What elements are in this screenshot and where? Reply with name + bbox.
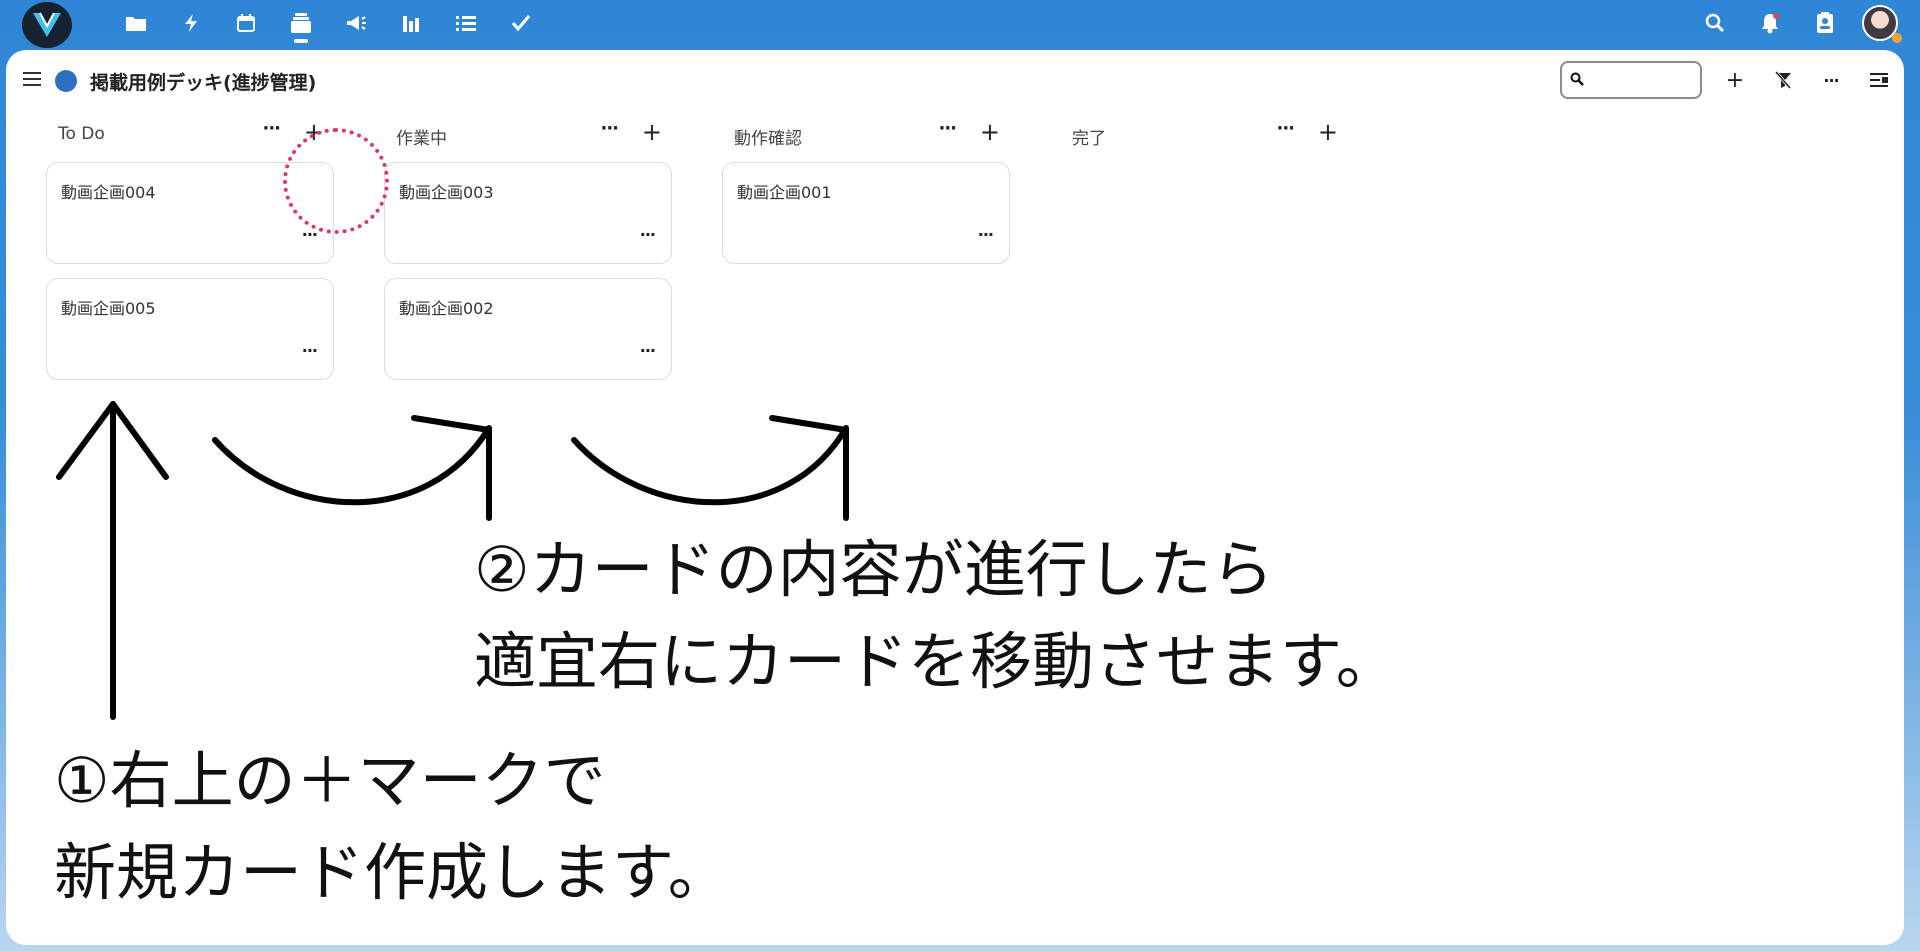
- curved-arrow-2: [571, 425, 849, 506]
- notifications-icon: [1761, 13, 1779, 34]
- activity-nav-item[interactable]: [163, 0, 218, 46]
- tasks-nav-item[interactable]: [438, 0, 493, 46]
- checkmark-icon: [511, 15, 530, 32]
- annotation-step1: ①右上の＋マークで 新規カード作成します。: [54, 735, 730, 919]
- deck-nav-item[interactable]: [273, 0, 328, 46]
- contacts-icon: [1816, 12, 1833, 33]
- annotation-step2-line2: 適宜右にカードを移動させます。: [474, 625, 1398, 698]
- app-nav: [108, 0, 548, 46]
- annotation-step1-line1: ①右上の＋マークで: [54, 744, 606, 817]
- calendar-nav-item[interactable]: [218, 0, 273, 46]
- top-navigation-bar: [0, 0, 1920, 50]
- curved-arrow-1: [212, 425, 492, 506]
- files-nav-item[interactable]: [108, 0, 163, 46]
- calendar-icon: [236, 14, 255, 32]
- annotation-step1-line2: 新規カード作成します。: [54, 836, 730, 909]
- deck-icon: [290, 13, 311, 33]
- board-panel: 掲載用例デッキ(進捗管理) + ··· To Do ··· + 動画企画004 …: [6, 50, 1904, 945]
- announcements-nav-item[interactable]: [328, 0, 383, 46]
- annotation-step2-line1: ②カードの内容が進行したら: [474, 533, 1274, 606]
- folder-icon: [125, 17, 146, 31]
- app-logo[interactable]: [22, 2, 72, 48]
- global-search-button[interactable]: [1687, 0, 1742, 46]
- contacts-button[interactable]: [1797, 0, 1852, 46]
- analytics-icon: [402, 16, 419, 32]
- user-avatar[interactable]: [1862, 5, 1902, 43]
- tasks-list-icon: [455, 16, 476, 31]
- analytics-nav-item[interactable]: [383, 0, 438, 46]
- search-icon: [1705, 13, 1724, 33]
- activity-icon: [184, 14, 197, 32]
- annotation-step2: ②カードの内容が進行したら 適宜右にカードを移動させます。: [474, 524, 1398, 708]
- checklist-nav-item[interactable]: [493, 0, 548, 46]
- notifications-button[interactable]: [1742, 0, 1797, 46]
- header-actions: [1687, 0, 1920, 46]
- announcements-icon: [346, 16, 366, 30]
- logo-icon: [33, 12, 61, 37]
